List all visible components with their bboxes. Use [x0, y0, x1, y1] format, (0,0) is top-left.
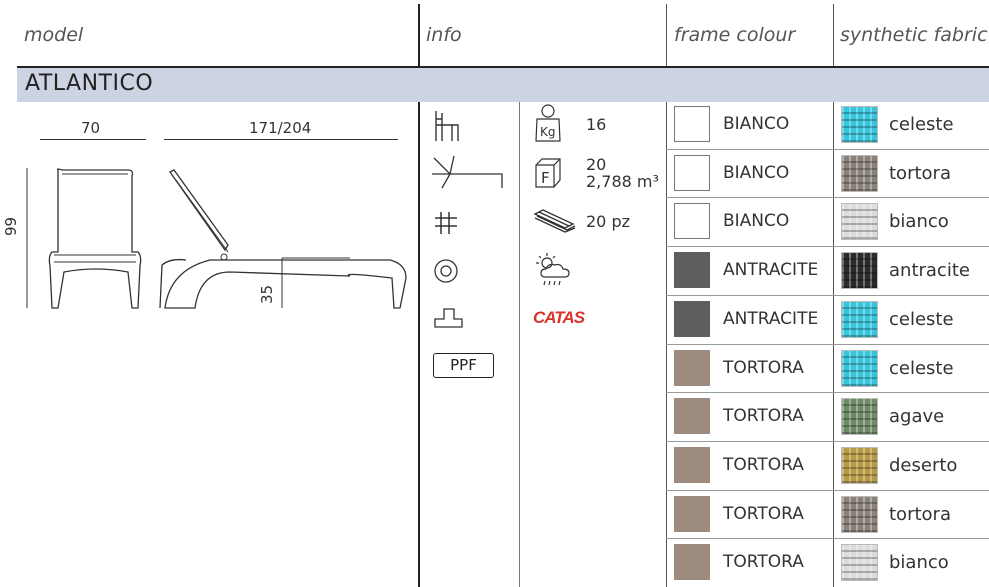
fabric-name: celeste	[889, 357, 954, 379]
header-synthetic-fabric: synthetic fabric	[840, 24, 988, 46]
frame-colour-name: TORTORA	[723, 357, 804, 378]
frame-colour-name: ANTRACITE	[723, 308, 819, 329]
row-divider	[666, 197, 989, 199]
fabric-swatch	[841, 203, 878, 241]
sunlounger-drawing-icon	[26, 168, 407, 309]
frame-colour-name: TORTORA	[723, 454, 804, 475]
svg-text:F: F	[541, 169, 550, 187]
catas-logo: CATAS	[533, 308, 585, 327]
weight-value: 16	[586, 115, 607, 134]
row-divider	[666, 343, 989, 345]
row-divider	[666, 392, 989, 394]
header-model: model	[24, 24, 84, 46]
fabric-name: tortora	[889, 503, 951, 525]
frame-colour-swatch	[674, 398, 710, 435]
header-frame-colour: frame colour	[674, 24, 796, 46]
row-divider	[666, 489, 989, 491]
frame-colour-name: TORTORA	[723, 503, 804, 524]
row-divider	[666, 246, 989, 248]
fabric-name: celeste	[889, 114, 954, 135]
frame-colour-swatch	[674, 446, 710, 483]
frame-colour-swatch	[674, 154, 710, 191]
frame-colour-swatch	[674, 349, 710, 386]
frame-colour-swatch	[674, 300, 710, 337]
volume-value: 2,788 m³	[586, 172, 659, 191]
frame-colour-swatch	[674, 252, 710, 289]
svg-text:Kg: Kg	[540, 125, 556, 139]
fabric-swatch	[841, 106, 878, 143]
dim-height: 99	[2, 216, 20, 236]
frame-colour-name: TORTORA	[723, 552, 804, 573]
recline-icon	[432, 155, 503, 189]
fabric-name: bianco	[889, 552, 949, 574]
dim-length-line	[164, 139, 398, 140]
frame-colour-swatch	[674, 495, 710, 532]
product-title-bar: ATLANTICO	[17, 66, 989, 102]
fabric-name: tortora	[889, 162, 951, 184]
dim-length: 171/204	[249, 119, 312, 137]
fabric-swatch	[841, 252, 878, 290]
stack-value: 20 pz	[586, 212, 630, 231]
volume-box-icon: F	[535, 158, 561, 188]
fabric-name: deserto	[889, 454, 958, 476]
row-divider	[666, 148, 989, 150]
fabric-name: agave	[889, 406, 945, 428]
frame-colour-swatch	[674, 544, 710, 581]
row-divider	[666, 538, 989, 540]
frame-colour-name: BIANCO	[723, 211, 790, 232]
target-icon	[434, 259, 458, 283]
stack-icon	[533, 209, 576, 233]
fabric-swatch	[841, 446, 878, 484]
ppf-badge: PPF	[433, 353, 494, 378]
weather-icon	[536, 253, 570, 286]
chair-outline-icon	[435, 111, 459, 141]
dim-width-line	[40, 139, 146, 140]
base-icon	[434, 308, 463, 328]
fabric-swatch	[841, 398, 878, 436]
product-name: ATLANTICO	[25, 71, 154, 96]
row-divider	[666, 440, 989, 442]
frame-colour-name: ANTRACITE	[723, 260, 819, 281]
weight-icon: Kg	[535, 104, 561, 142]
fabric-name: bianco	[889, 211, 949, 233]
fabric-swatch	[841, 349, 878, 387]
header-info: info	[426, 24, 462, 46]
fabric-swatch	[841, 300, 878, 338]
volume-pieces: 20	[586, 155, 607, 174]
fabric-swatch	[841, 154, 878, 192]
frame-colour-name: BIANCO	[723, 114, 790, 134]
fabric-name: celeste	[889, 308, 954, 330]
divider-specs	[519, 100, 520, 587]
grid-icon	[435, 212, 457, 234]
frame-colour-name: TORTORA	[723, 406, 804, 427]
fabric-name: antracite	[889, 260, 970, 282]
fabric-swatch	[841, 544, 878, 582]
frame-colour-swatch	[674, 106, 710, 142]
row-divider	[666, 294, 989, 296]
fabric-swatch	[841, 495, 878, 533]
dim-width: 70	[81, 119, 101, 137]
frame-colour-swatch	[674, 203, 710, 240]
frame-colour-name: BIANCO	[723, 162, 790, 183]
